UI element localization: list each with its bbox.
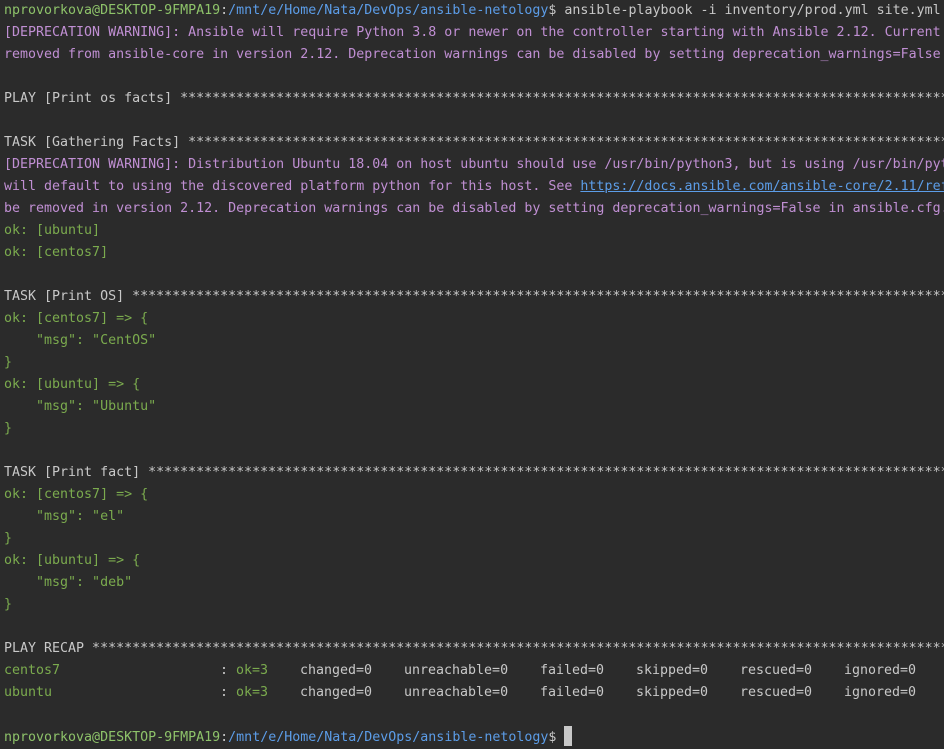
closing-brace: }	[4, 597, 13, 612]
msg-line: "msg": "deb"	[4, 575, 133, 590]
ok-result-line: ok: [centos7]	[4, 245, 109, 260]
recap-colon: :	[220, 663, 229, 678]
task-header-print-os: TASK [Print OS] ************************…	[4, 289, 944, 304]
recap-changed: changed=0	[300, 663, 373, 678]
recap-ignored: ignored=0	[844, 663, 917, 678]
deprecation-warning-line: be removed in version 2.12. Deprecation …	[4, 201, 944, 216]
deprecation-warning-line: removed from ansible-core in version 2.1…	[4, 47, 941, 62]
recap-skipped: skipped=0	[636, 663, 709, 678]
closing-brace: }	[4, 531, 13, 546]
warning-text: will default to using the discovered pla…	[4, 179, 581, 194]
ok-result-line: ok: [ubuntu]	[4, 223, 101, 238]
deprecation-warning-line: [DEPRECATION WARNING]: Ansible will requ…	[4, 25, 941, 40]
recap-rescued: rescued=0	[740, 663, 813, 678]
task-header-gathering-facts: TASK [Gathering Facts] *****************…	[4, 135, 944, 150]
recap-ok: ok=3	[236, 685, 269, 700]
prompt-dollar: $	[548, 730, 557, 745]
ok-result-line: ok: [centos7] => {	[4, 311, 149, 326]
prompt-separator: :	[220, 730, 229, 745]
recap-failed: failed=0	[540, 663, 605, 678]
recap-colon: :	[220, 685, 229, 700]
recap-changed: changed=0	[300, 685, 373, 700]
recap-ignored: ignored=0	[844, 685, 917, 700]
recap-row: centos7 : ok=3 changed=0 unreachable=0 f…	[4, 660, 944, 682]
command-prompt-line: nprovorkova@DESKTOP-9FMPA19:/mnt/e/Home/…	[4, 0, 941, 22]
recap-failed: failed=0	[540, 685, 605, 700]
msg-line: "msg": "Ubuntu"	[4, 399, 157, 414]
play-recap-header: PLAY RECAP *****************************…	[4, 641, 944, 656]
prompt-user-host: nprovorkova@DESKTOP-9FMPA19	[4, 730, 221, 745]
text-cursor[interactable]	[564, 726, 573, 746]
recap-ok: ok=3	[236, 663, 269, 678]
closing-brace: }	[4, 421, 13, 436]
deprecation-warning-line: [DEPRECATION WARNING]: Distribution Ubun…	[4, 157, 944, 172]
ok-result-line: ok: [ubuntu] => {	[4, 377, 141, 392]
prompt-user-host: nprovorkova@DESKTOP-9FMPA19	[4, 3, 221, 18]
docs-link[interactable]: https://docs.ansible.com/ansible-core/2.…	[580, 179, 944, 194]
prompt-path: /mnt/e/Home/Nata/DevOps/ansible-netology	[228, 730, 549, 745]
msg-line: "msg": "CentOS"	[4, 333, 157, 348]
recap-unreachable: unreachable=0	[404, 663, 509, 678]
command-prompt-line[interactable]: nprovorkova@DESKTOP-9FMPA19:/mnt/e/Home/…	[4, 726, 573, 748]
recap-unreachable: unreachable=0	[404, 685, 509, 700]
closing-brace: }	[4, 355, 13, 370]
deprecation-warning-line: will default to using the discovered pla…	[4, 176, 944, 198]
recap-row: ubuntu : ok=3 changed=0 unreachable=0 fa…	[4, 682, 944, 704]
recap-rescued: rescued=0	[740, 685, 813, 700]
recap-skipped: skipped=0	[636, 685, 709, 700]
recap-host: ubuntu	[4, 685, 53, 700]
msg-line: "msg": "el"	[4, 509, 125, 524]
play-header: PLAY [Print os facts] ******************…	[4, 91, 944, 106]
prompt-separator: :	[220, 3, 229, 18]
task-header-print-fact: TASK [Print fact] **********************…	[4, 465, 944, 480]
recap-host: centos7	[4, 663, 61, 678]
terminal-window[interactable]: nprovorkova@DESKTOP-9FMPA19:/mnt/e/Home/…	[0, 0, 944, 749]
ok-result-line: ok: [centos7] => {	[4, 487, 149, 502]
entered-command: ansible-playbook -i inventory/prod.yml s…	[556, 3, 941, 18]
ok-result-line: ok: [ubuntu] => {	[4, 553, 141, 568]
prompt-path: /mnt/e/Home/Nata/DevOps/ansible-netology	[228, 3, 549, 18]
